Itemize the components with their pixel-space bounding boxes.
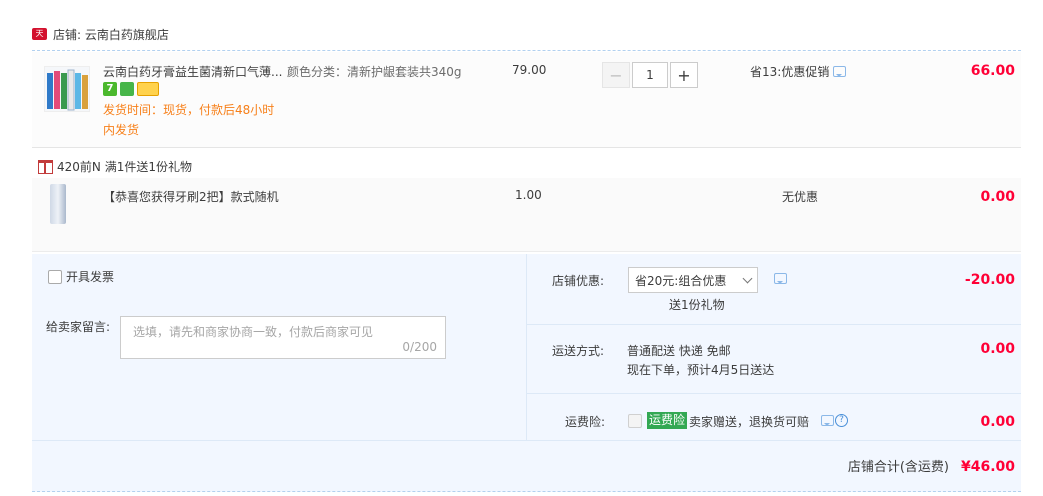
shop-total: 店铺合计(含运费) ¥46.00 [848,456,1015,475]
message-label: 给卖家留言: [46,320,111,334]
sku-info: 颜色分类：清新护龈套装共340g [287,65,462,79]
product-title-link[interactable]: 云南白药牙膏益生菌清新口气薄... [103,63,283,80]
invoice-label: 开具发票 [66,270,115,284]
insurance-text: 卖家赠送，退换货可赔 [689,415,810,429]
promo-info: 省13:优惠促销 [750,63,847,80]
divider [526,254,527,440]
ship-time-note: 发货时间：现货，付款后48小时内发货 [103,103,275,137]
item-total: 66.00 [970,63,1015,79]
insurance-amount: 0.00 [980,414,1015,430]
gift-header: 420前N 满1件送1份礼物 [38,158,192,175]
toothbrush-thumbnail[interactable] [50,184,66,224]
seven-day-return-icon[interactable]: 7 [103,82,117,96]
shop-name[interactable]: 店铺: 云南白药旗舰店 [53,26,169,43]
guarantee-icon[interactable] [120,82,134,96]
seller-message-field[interactable]: 选填，请先和商家协商一致，付款后商家可见 0/200 [120,316,446,359]
shipping-eta: 现在下单，预计4月5日送达 [627,363,775,377]
message-placeholder: 选填，请先和商家协商一致，付款后商家可见 [133,325,374,339]
chat-icon[interactable] [774,273,787,284]
chat-icon[interactable] [821,415,834,426]
shop-header: 天猫 店铺: 云南白药旗舰店 [32,24,169,50]
shop-total-label: 店铺合计(含运费) [847,460,949,475]
service-icons: 7 [103,82,159,96]
chat-icon[interactable] [833,66,847,77]
gift-icon [38,159,53,174]
divider [526,393,1021,394]
shop-discount-value: 省20元:组合优惠 [635,273,727,288]
divider [32,50,1021,51]
shop-discount-select[interactable]: 省20元:组合优惠 [628,267,758,293]
message-char-count: 0/200 [402,340,437,354]
gift-item-row: 【恭喜您获得牙刷2把】款式随机 1.00 无优惠 0.00 [32,178,1021,252]
shipping-method: 普通配送 快递 免邮 [627,344,731,358]
invoice-option[interactable]: 开具发票 [48,268,114,285]
shop-discount-amount: -20.00 [964,272,1015,288]
quantity-stepper: − + [602,62,698,88]
shop-total-value: ¥46.00 [960,459,1015,475]
divider [526,324,1021,325]
gift-price: 1.00 [515,188,542,202]
credit-card-icon[interactable] [137,82,159,96]
help-icon[interactable]: ? [835,414,848,427]
unit-price: 79.00 [512,63,547,77]
shop-discount-gift: 送1份礼物 [669,298,725,312]
insurance-label: 运费险: [565,415,606,429]
insurance-checkbox [628,414,642,428]
shipping-amount: 0.00 [980,341,1015,357]
gift-title[interactable]: 【恭喜您获得牙刷2把】款式随机 [103,188,279,205]
quantity-input[interactable] [632,62,668,88]
shop-discount-label: 店铺优惠: [552,274,605,288]
cart-item-row: 云南白药牙膏益生菌清新口气薄... 7 发货时间：现货，付款后48小时内发货 颜… [32,52,1021,148]
insurance-tag: 运费险 [647,412,688,429]
increase-button[interactable]: + [670,62,698,88]
gift-promo: 无优惠 [782,190,819,204]
order-options-panel: 开具发票 给卖家留言: 选填，请先和商家协商一致，付款后商家可见 0/200 店… [32,254,1021,492]
divider [32,440,1021,441]
shipping-label: 运送方式: [552,344,605,358]
tmall-badge-icon: 天猫 [32,28,47,50]
invoice-checkbox[interactable] [48,269,62,284]
product-thumbnail[interactable] [44,66,90,112]
gift-header-text: 420前N 满1件送1份礼物 [57,160,192,174]
decrease-button[interactable]: − [602,62,630,88]
shipping-details: 普通配送 快递 免邮 现在下单，预计4月5日送达 [627,342,774,380]
promo-label: 省13:优惠促销 [750,65,830,79]
gift-total: 0.00 [980,189,1015,205]
divider [32,491,1021,492]
chevron-down-icon [742,273,753,283]
